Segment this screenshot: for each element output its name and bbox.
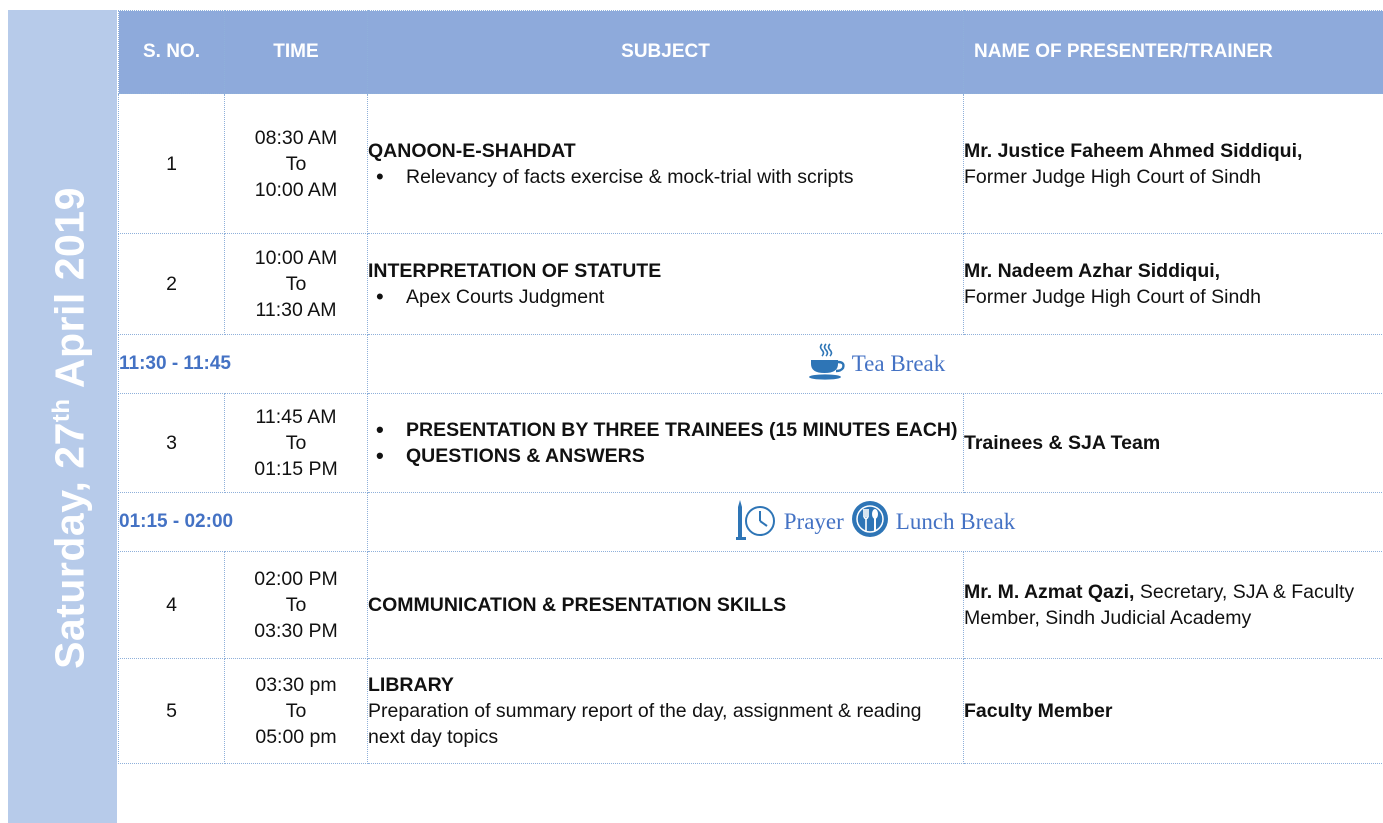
row-time: 11:45 AM To 01:15 PM: [224, 393, 368, 493]
table-row: 4 02:00 PM To 03:30 PM COMMUNICATION & PRE…: [118, 551, 1383, 659]
presenter-name: Mr. Justice Faheem Ahmed Siddiqui,: [964, 139, 1303, 162]
presenter-name: Trainees & SJA Team: [964, 432, 1161, 454]
subject-title: INTERPRETATION OF STATUTE: [368, 260, 662, 282]
break-label-lunch: Lunch Break: [895, 509, 1016, 534]
subject-title: COMMUNICATION & PRESENTATION SKILLS: [368, 594, 787, 616]
row-time: 03:30 pm To 05:00 pm: [224, 658, 368, 764]
header-row: S. NO. TIME SUBJECT NAME OF PRESENTER/TR…: [118, 10, 1383, 94]
row-subject: PRESENTATION BY THREE TRAINEES (15 MINUT…: [367, 393, 964, 493]
table-row: 1 08:30 AMTo10:00 AM QANOON-E-SHAHDAT Re…: [118, 93, 1383, 234]
table-row: 2 10:00 AM To 11:30 AM INTERPRETATION OF S…: [118, 233, 1383, 335]
subject-bullets: Relevancy of facts exercise & mock-trial…: [368, 164, 963, 190]
row-subject: LIBRARY Preparation of summary report of…: [367, 658, 964, 764]
subject-title: LIBRARY: [368, 674, 454, 696]
row-presenter: Mr. Justice Faheem Ahmed Siddiqui, Forme…: [963, 93, 1383, 234]
header-time: TIME: [224, 10, 368, 94]
presenter-desc: Former Judge High Court of Sindh: [964, 165, 1261, 188]
row-time: 10:00 AM To 11:30 AM: [224, 233, 368, 335]
row-sno: 3: [118, 393, 225, 493]
header-presenter: NAME OF PRESENTER/TRAINER: [963, 10, 1383, 94]
subject-bullets: Apex Courts Judgment: [368, 284, 963, 310]
row-presenter: Faculty Member: [963, 658, 1383, 764]
tea-cup-icon: [806, 341, 846, 387]
row-subject: QANOON-E-SHAHDAT Relevancy of facts exer…: [367, 93, 964, 234]
presenter-name: Faculty Member: [964, 700, 1113, 722]
bullet-item: PRESENTATION BY THREE TRAINEES (15 MINUT…: [376, 417, 963, 443]
header-sno: S. NO.: [118, 10, 225, 94]
row-subject: COMMUNICATION & PRESENTATION SKILLS: [367, 551, 964, 659]
presenter-name: Mr. M. Azmat Qazi,: [964, 581, 1135, 603]
break-label-prayer: Prayer: [783, 509, 844, 534]
subject-bullets: PRESENTATION BY THREE TRAINEES (15 MINUT…: [368, 417, 963, 469]
header-subject: SUBJECT: [367, 10, 964, 94]
break-time: 11:30 - 11:45: [118, 334, 368, 394]
bullet-item: QUESTIONS & ANSWERS: [376, 443, 963, 469]
table-row: 3 11:45 AMTo01:15 PM PRESENTATION BY THR…: [118, 393, 1383, 493]
break-label: Prayer Lunch Break: [367, 492, 1383, 552]
clock-icon: [735, 497, 778, 547]
subject-title: QANOON-E-SHAHDAT: [368, 139, 576, 162]
break-label-text: Tea Break: [851, 351, 946, 376]
bullet-item: Relevancy of facts exercise & mock-trial…: [376, 164, 963, 190]
subject-text: Preparation of summary report of the day…: [368, 700, 922, 748]
row-presenter: Mr. Nadeem Azhar Siddiqui, Former Judge …: [963, 233, 1383, 335]
row-time: 08:30 AM To 10:00 AM: [224, 93, 368, 234]
row-time: 02:00 PM To 03:30 PM: [224, 551, 368, 659]
schedule-table: S. NO. TIME SUBJECT NAME OF PRESENTER/TR…: [118, 10, 1383, 764]
break-time: 01:15 - 02:00: [118, 492, 368, 552]
presenter-desc: Former Judge High Court of Sindh: [964, 286, 1261, 308]
row-subject: INTERPRETATION OF STATUTE Apex Courts Ju…: [367, 233, 964, 335]
row-sno: 5: [118, 658, 225, 764]
fork-spoon-icon: [850, 499, 890, 545]
break-label: Tea Break: [367, 334, 1383, 394]
row-sno: 4: [118, 551, 225, 659]
day-band: Saturday, 27th April 2019: [8, 10, 117, 823]
row-presenter: Mr. M. Azmat Qazi, Secretary, SJA & Facu…: [963, 551, 1383, 659]
break-row: 01:15 - 02:00 Prayer Lunch Break: [118, 492, 1383, 552]
row-presenter: Trainees & SJA Team: [963, 393, 1383, 493]
bullet-item: Apex Courts Judgment: [376, 284, 963, 310]
presenter-name: Mr. Nadeem Azhar Siddiqui,: [964, 260, 1221, 282]
day-label: Saturday, 27th April 2019: [46, 187, 93, 669]
row-sno: 1: [118, 93, 225, 234]
table-row: 5 03:30 pm To 05:00 pm LIBRARY Preparation…: [118, 658, 1383, 764]
row-sno: 2: [118, 233, 225, 335]
break-row: 11:30 - 11:45 Tea Break: [118, 334, 1383, 394]
